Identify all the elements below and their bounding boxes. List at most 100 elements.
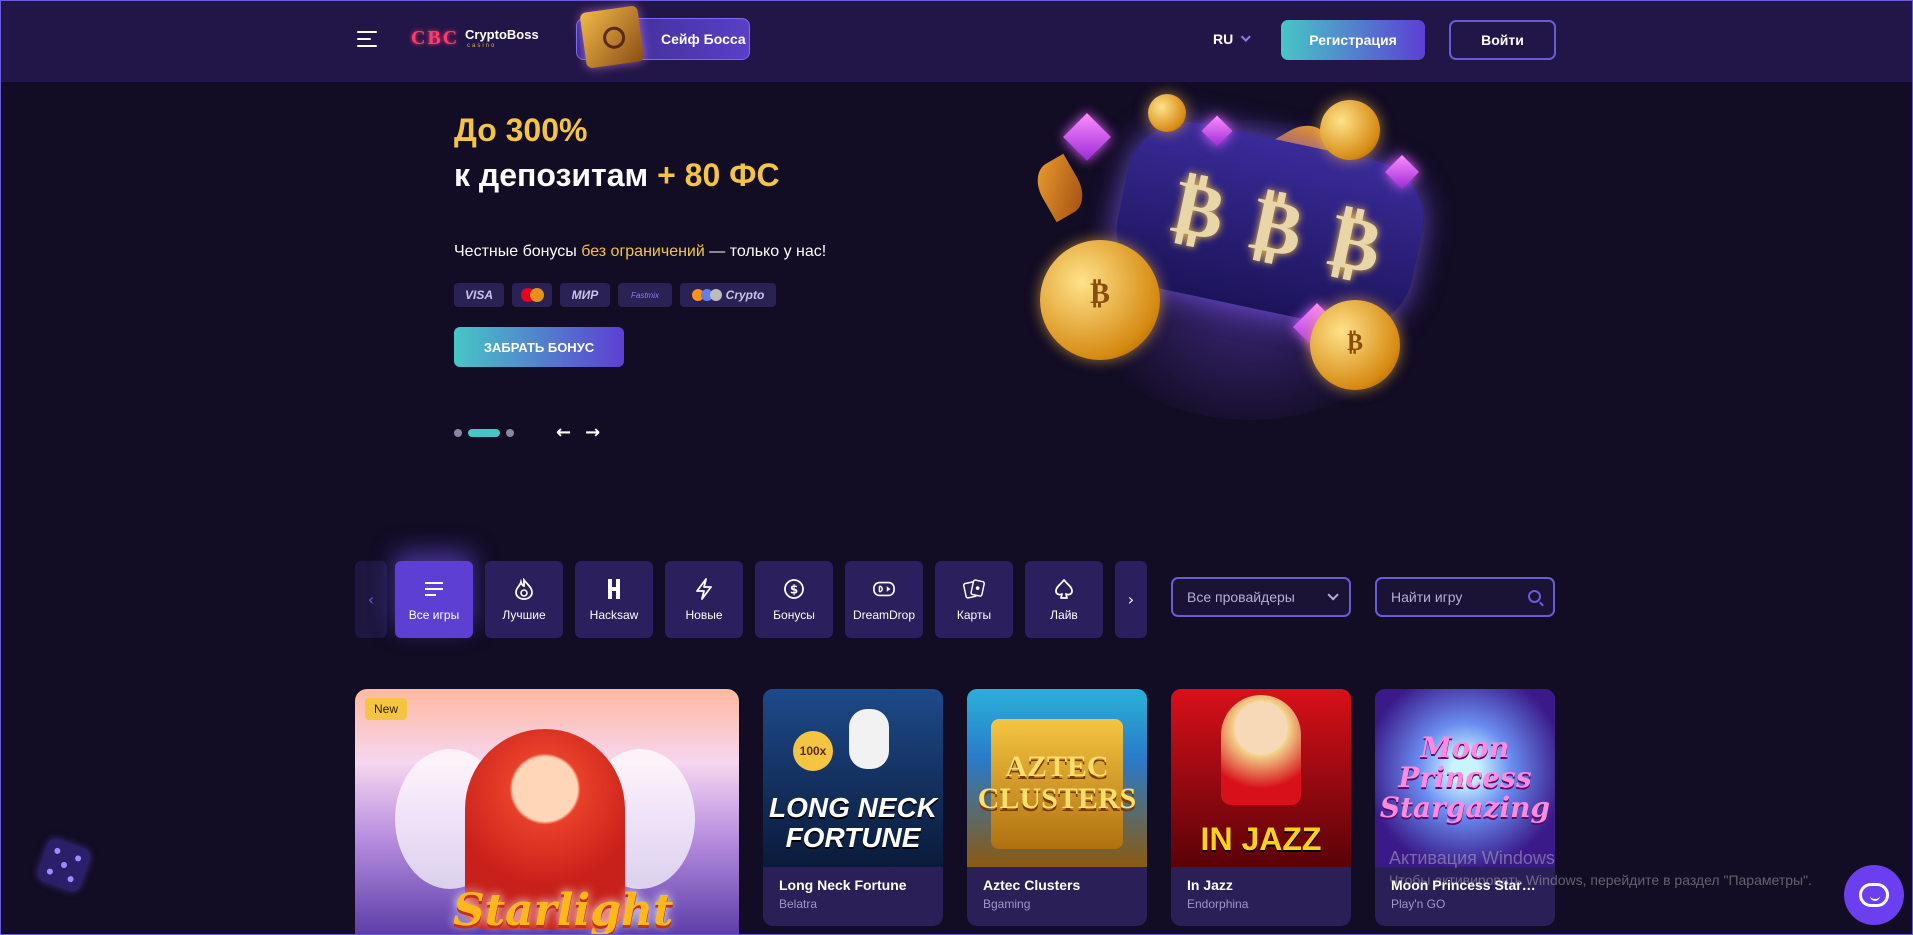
game-art-title: IN JAZZ [1200, 821, 1322, 857]
tab-label: Лайв [1050, 607, 1078, 622]
game-card[interactable]: IN JAZZ In Jazz Endorphina [1171, 689, 1351, 926]
tab-hacksaw[interactable]: Hacksaw [575, 561, 653, 638]
reel-symbol: ₿ [1321, 193, 1390, 292]
tab-all-games[interactable]: Все игры [395, 561, 473, 638]
fire-icon [513, 577, 535, 600]
crypto-label: Crypto [725, 288, 765, 302]
category-prev-button[interactable]: ‹ [355, 561, 387, 638]
site-logo[interactable]: CBC CryptoBoss casino [411, 23, 541, 59]
game-thumbnail: AZTEC CLUSTERS [967, 689, 1147, 867]
hero-title-line2-text: к депозитам [454, 157, 649, 193]
random-game-dice-icon[interactable] [35, 836, 93, 894]
claim-bonus-button[interactable]: ЗАБРАТЬ БОНУС [454, 327, 624, 367]
slider-dot[interactable] [454, 429, 462, 437]
mir-icon: МИР [560, 283, 610, 307]
search-input[interactable] [1377, 579, 1517, 615]
boss-safe-button[interactable]: Сейф Босса [576, 5, 750, 69]
tab-best[interactable]: Лучшие [485, 561, 563, 638]
language-value: RU [1213, 31, 1234, 47]
slider-dot[interactable] [506, 429, 514, 437]
tab-new[interactable]: Новые [665, 561, 743, 638]
payment-methods: VISA МИР Fastmix Crypto [454, 283, 776, 307]
cards-icon [963, 578, 985, 600]
game-card[interactable]: AZTEC CLUSTERS Aztec Clusters Bgaming [967, 689, 1147, 926]
hero-slot-illustration: ₿ ₿ ₿ ₿ ₿ [1020, 80, 1460, 420]
windows-activation-title: Активация Windows [1389, 848, 1555, 868]
tab-bonuses[interactable]: $ Бонусы [755, 561, 833, 638]
safe-icon [579, 5, 645, 69]
reel-symbol: ₿ [1243, 177, 1312, 275]
login-button[interactable]: Войти [1449, 20, 1556, 60]
hero-title-line2: к депозитам + 80 ФС [454, 157, 780, 194]
site-header: CBC CryptoBoss casino Сейф Босса RU Реги… [0, 0, 1913, 82]
tab-label: Новые [685, 607, 723, 622]
search-icon[interactable] [1528, 590, 1541, 603]
hero-desc-accent: без ограничений [581, 243, 705, 260]
arrow-right-icon[interactable]: → [585, 422, 600, 443]
game-provider: Belatra [779, 897, 818, 911]
game-art-title: LONG NECK FORTUNE [769, 792, 937, 853]
language-selector[interactable]: RU [1213, 31, 1251, 47]
tab-live[interactable]: Лайв [1025, 561, 1103, 638]
game-name: In Jazz [1187, 877, 1233, 893]
chat-icon [1859, 883, 1889, 907]
lightning-icon [693, 577, 715, 600]
logo-letters: CBC [411, 27, 460, 49]
game-thumbnail: Moon Princess Stargazing [1375, 689, 1555, 867]
spade-icon [1053, 578, 1075, 600]
chat-support-button[interactable] [1844, 865, 1904, 925]
game-provider: Bgaming [983, 897, 1031, 911]
register-button[interactable]: Регистрация [1281, 20, 1425, 60]
tab-dreamdrop[interactable]: DreamDrop [845, 561, 923, 638]
multiplier-badge: 100x [793, 731, 833, 771]
dreamdrop-icon [873, 578, 895, 600]
tab-label: Все игры [408, 607, 460, 622]
tab-label: Карты [956, 607, 992, 622]
menu-icon[interactable] [357, 31, 377, 47]
category-next-button[interactable]: › [1115, 561, 1147, 638]
providers-dropdown[interactable]: Все провайдеры [1171, 577, 1351, 617]
reel-symbol: ₿ [1164, 160, 1234, 259]
game-card[interactable]: 100x LONG NECK FORTUNE Long Neck Fortune… [763, 689, 943, 926]
slider-arrows: ← → [556, 422, 600, 443]
game-card[interactable]: Moon Princess Stargazing Moon Princess S… [1375, 689, 1555, 926]
logo-name: CryptoBoss [465, 27, 539, 42]
tab-label: Лучшие [502, 607, 546, 622]
featured-game-card[interactable]: Starlight New [355, 689, 739, 935]
game-name: Long Neck Fortune [779, 877, 907, 893]
featured-game-title: Starlight [453, 885, 674, 935]
slider-dot-active[interactable] [468, 429, 500, 437]
game-art-title: Moon Princess Stargazing [1379, 731, 1551, 824]
game-thumbnail: 100x LONG NECK FORTUNE [763, 689, 943, 867]
boss-safe-label: Сейф Босса [661, 31, 746, 47]
new-badge: New [365, 698, 408, 720]
tab-cards[interactable]: Карты [935, 561, 1013, 638]
chevron-down-icon [1327, 589, 1339, 601]
category-tabs: Все игры Лучшие Hacksaw Новые $ Бонусы D… [395, 561, 1103, 638]
visa-icon: VISA [454, 283, 504, 307]
crypto-icon: Crypto [680, 283, 776, 307]
hero-desc-before: Честные бонусы [454, 243, 582, 260]
hero-title-line2-accent: + 80 ФС [657, 157, 780, 193]
dollar-coin-icon: $ [783, 578, 805, 600]
tab-label: DreamDrop [852, 607, 915, 622]
chevron-down-icon [1241, 32, 1251, 42]
game-art-title: AZTEC CLUSTERS [977, 750, 1137, 815]
slider-dots [454, 429, 514, 437]
mastercard-icon [512, 283, 552, 307]
hero-desc-after: — только у нас! [704, 243, 827, 260]
hero-description: Честные бонусы без ограничений — только … [454, 243, 826, 261]
providers-value: Все провайдеры [1187, 589, 1295, 605]
game-search [1375, 577, 1555, 617]
hacksaw-icon [603, 578, 625, 600]
game-provider: Endorphina [1187, 897, 1249, 911]
tab-label: Бонусы [773, 607, 815, 622]
windows-activation-text: Чтобы активировать Windows, перейдите в … [1389, 872, 1812, 888]
game-name: Aztec Clusters [983, 877, 1081, 893]
game-thumbnail: IN JAZZ [1171, 689, 1351, 867]
logo-sub: casino [467, 43, 497, 49]
hero-title-line1: До 300% [454, 112, 588, 148]
game-provider: Play'n GO [1391, 897, 1446, 911]
svg-text:$: $ [790, 582, 798, 596]
arrow-left-icon[interactable]: ← [556, 422, 571, 443]
